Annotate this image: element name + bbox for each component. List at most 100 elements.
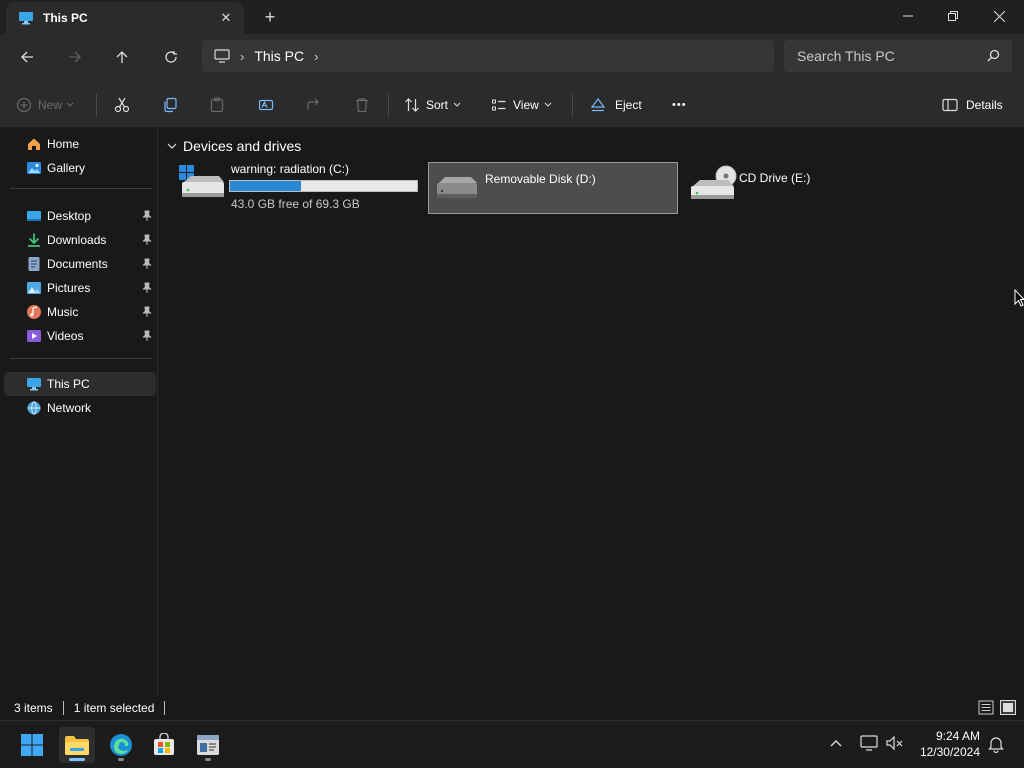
arrow-left-icon (21, 51, 33, 63)
sidebar-item-pictures[interactable]: Pictures (4, 276, 156, 300)
tab-title: This PC (43, 11, 88, 25)
home-icon (26, 136, 42, 152)
pin-icon[interactable] (142, 258, 152, 269)
breadcrumb-this-pc[interactable]: This PC (254, 48, 304, 64)
pin-icon[interactable] (142, 234, 152, 245)
drive-usage-bar (229, 180, 418, 192)
tab-this-pc[interactable]: This PC ✕ (6, 2, 244, 34)
drive-e[interactable]: CD Drive (E:) (685, 162, 885, 214)
sidebar-item-network[interactable]: Network (4, 396, 156, 420)
sidebar-item-documents[interactable]: Documents (4, 252, 156, 276)
restore-button[interactable] (930, 0, 976, 32)
search-input[interactable]: Search This PC (797, 48, 895, 64)
eject-button[interactable]: Eject (590, 92, 642, 118)
volume-button[interactable] (886, 735, 904, 754)
close-icon (993, 10, 1005, 22)
music-icon (26, 304, 42, 320)
pin-icon[interactable] (142, 306, 152, 317)
show-hidden-icons-button[interactable] (829, 737, 843, 751)
notifications-button[interactable] (988, 735, 1004, 756)
sort-icon (405, 98, 419, 112)
sidebar-item-this-pc[interactable]: This PC (4, 372, 156, 396)
taskbar-edge[interactable] (103, 727, 139, 763)
sidebar-item-videos[interactable]: Videos (4, 324, 156, 348)
drive-usage-fill (230, 181, 302, 191)
taskbar: 9:24 AM 12/30/2024 (0, 720, 1024, 768)
new-tab-button[interactable]: + (260, 7, 280, 27)
refresh-button[interactable] (157, 44, 185, 70)
tab-close-icon[interactable]: ✕ (218, 10, 234, 26)
sort-button[interactable]: Sort (404, 92, 461, 118)
chevron-right-icon[interactable]: › (314, 49, 318, 64)
minimize-button[interactable] (885, 0, 931, 32)
view-button[interactable]: View (491, 92, 552, 118)
sidebar-item-downloads[interactable]: Downloads (4, 228, 156, 252)
sidebar-item-music[interactable]: Music (4, 300, 156, 324)
pin-icon[interactable] (142, 330, 152, 341)
details-view-icon[interactable] (978, 700, 994, 715)
new-button[interactable]: New (16, 92, 74, 118)
scissors-icon (114, 97, 130, 113)
pin-icon[interactable] (142, 210, 152, 221)
details-pane-icon (942, 98, 958, 112)
sidebar-item-gallery[interactable]: Gallery (4, 156, 156, 180)
clock[interactable]: 9:24 AM 12/30/2024 (920, 728, 980, 760)
group-header-devices[interactable]: Devices and drives (167, 138, 301, 154)
command-bar: New Sort View Eject ••• Details (0, 80, 1024, 128)
start-button[interactable] (14, 727, 50, 763)
search-icon (987, 49, 1000, 62)
this-pc-icon (26, 376, 42, 392)
documents-icon (26, 256, 42, 272)
plus-circle-icon (16, 97, 32, 113)
clipboard-icon (210, 97, 224, 113)
clock-date: 12/30/2024 (919, 745, 980, 759)
tiles-view-icon[interactable] (1000, 700, 1016, 715)
cd-drive-icon (691, 165, 737, 199)
group-title: Devices and drives (183, 138, 302, 154)
sidebar-item-desktop[interactable]: Desktop (4, 204, 156, 228)
address-bar[interactable]: › This PC › (202, 40, 774, 72)
search-box[interactable]: Search This PC (784, 40, 1012, 72)
more-options-button[interactable]: ••• (672, 92, 687, 118)
restore-icon (948, 11, 958, 21)
sidebar-item-home[interactable]: Home (4, 132, 156, 156)
network-status-button[interactable] (860, 735, 878, 754)
arrow-up-icon (116, 51, 128, 63)
system-drive-icon (179, 165, 224, 197)
this-pc-icon (19, 12, 33, 25)
navigation-bar: › This PC › Search This PC (0, 34, 1024, 80)
folder-icon (65, 736, 89, 755)
rename-icon (258, 99, 274, 111)
delete-button[interactable] (354, 92, 370, 118)
pictures-icon (26, 280, 42, 296)
navigation-pane: Home Gallery Desktop Downloads Documents… (0, 128, 158, 696)
taskbar-store[interactable] (146, 727, 182, 763)
paste-button[interactable] (209, 92, 225, 118)
taskbar-file-explorer[interactable] (59, 727, 95, 763)
drive-c[interactable]: warning: radiation (C:) 43.0 GB free of … (177, 162, 421, 214)
drive-d[interactable]: Removable Disk (D:) (428, 162, 678, 214)
share-button[interactable] (306, 92, 322, 118)
arrow-right-icon (69, 51, 81, 63)
copy-button[interactable] (162, 92, 178, 118)
refresh-icon (165, 51, 177, 63)
removable-drive-icon (437, 177, 477, 198)
minimize-icon (903, 15, 913, 17)
eject-icon (590, 98, 606, 112)
network-status-icon (860, 735, 878, 751)
mouse-cursor-icon (1014, 289, 1024, 307)
bell-icon (988, 737, 1004, 754)
up-button[interactable] (108, 44, 136, 70)
store-bag-icon (154, 733, 174, 755)
videos-icon (26, 328, 42, 344)
forward-button[interactable] (61, 44, 89, 70)
rename-button[interactable] (258, 92, 274, 118)
back-button[interactable] (13, 44, 41, 70)
chevron-down-icon (544, 102, 552, 107)
details-pane-button[interactable]: Details (942, 92, 1003, 118)
pin-icon[interactable] (142, 282, 152, 293)
taskbar-app-window[interactable] (190, 727, 226, 763)
cut-button[interactable] (114, 92, 130, 118)
close-window-button[interactable] (976, 0, 1022, 32)
downloads-icon (26, 232, 42, 248)
